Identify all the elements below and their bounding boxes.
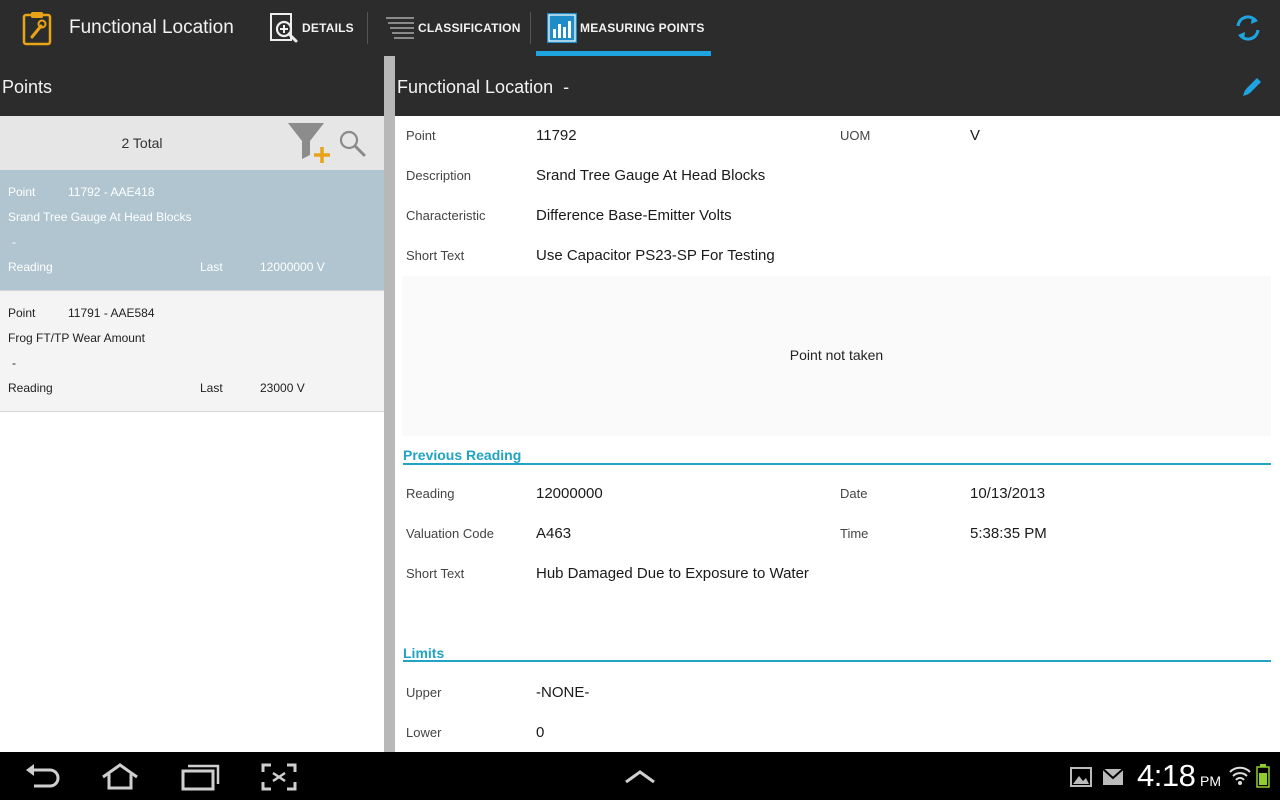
bar-chart-icon <box>547 13 577 43</box>
section-divider <box>403 660 1271 662</box>
add-filter-icon[interactable] <box>286 121 332 165</box>
wifi-icon <box>1229 766 1251 785</box>
previous-short-text-label: Short Text <box>406 566 465 581</box>
date-field-value: 10/13/2013 <box>970 485 1046 502</box>
point-dash: - <box>12 235 16 249</box>
valuation-code-field-label: Valuation Code <box>406 526 494 541</box>
tab-classification[interactable]: CLASSIFICATION <box>384 0 521 56</box>
home-icon[interactable] <box>100 762 140 792</box>
point-reading-label: Reading <box>8 260 53 274</box>
time-field-value: 5:38:35 PM <box>970 525 1047 542</box>
clipboard-wrench-icon[interactable] <box>22 10 52 46</box>
upper-limit-value: -NONE- <box>536 684 590 701</box>
email-notification-icon[interactable] <box>1102 768 1124 786</box>
app-title: Functional Location <box>69 17 234 38</box>
tab-details[interactable]: DETAILS <box>268 0 354 56</box>
point-dash: - <box>12 356 16 370</box>
characteristic-field-label: Characteristic <box>406 208 486 223</box>
back-icon[interactable] <box>22 762 62 792</box>
details-magnify-icon <box>270 13 298 43</box>
point-list-item[interactable]: Point 11792 - AAE418 Srand Tree Gauge At… <box>0 170 384 291</box>
detail-title: Functional Location - <box>397 77 570 97</box>
description-field-value: Srand Tree Gauge At Head Blocks <box>536 167 766 184</box>
point-description: Srand Tree Gauge At Head Blocks <box>8 210 192 224</box>
edit-pencil-icon[interactable] <box>1240 75 1264 99</box>
valuation-code-field-value: A463 <box>536 525 572 542</box>
date-field-label: Date <box>840 486 868 501</box>
uom-field-value: V <box>970 127 981 144</box>
tab-separator <box>367 12 368 44</box>
point-description: Frog FT/TP Wear Amount <box>8 331 145 345</box>
point-id: 11791 - AAE584 <box>68 306 155 320</box>
point-id: 11792 - AAE418 <box>68 185 155 199</box>
point-last-value: 23000 V <box>260 381 305 395</box>
lower-limit-label: Lower <box>406 725 442 740</box>
tab-separator <box>530 12 531 44</box>
chevron-up-icon[interactable] <box>620 762 660 792</box>
clock-ampm: PM <box>1200 773 1221 789</box>
gallery-notification-icon[interactable] <box>1070 767 1092 787</box>
battery-icon <box>1256 764 1270 788</box>
point-not-taken-notice: Point not taken <box>789 347 884 363</box>
refresh-icon[interactable] <box>1233 13 1263 43</box>
previous-short-text-value: Hub Damaged Due to Exposure to Water <box>536 565 809 582</box>
previous-reading-section-title: Previous Reading <box>403 447 522 463</box>
reading-field-value: 12000000 <box>536 485 603 502</box>
time-field-label: Time <box>840 526 869 541</box>
point-list-item[interactable]: Point 11791 - AAE584 Frog FT/TP Wear Amo… <box>0 291 384 412</box>
limits-section-title: Limits <box>403 645 445 661</box>
classification-list-icon <box>386 17 414 39</box>
point-label: Point <box>8 185 36 199</box>
description-field-label: Description <box>406 168 472 183</box>
points-total-count: 2 Total <box>121 135 163 151</box>
search-icon[interactable] <box>338 129 366 157</box>
tab-measuring-points-label: MEASURING POINTS <box>580 21 705 35</box>
reading-field-label: Reading <box>406 486 455 501</box>
short-text-field-label: Short Text <box>406 248 465 263</box>
tab-classification-label: CLASSIFICATION <box>418 21 521 35</box>
points-list-empty-area <box>0 412 384 752</box>
tab-details-label: DETAILS <box>302 21 354 35</box>
panel-divider[interactable] <box>384 56 395 752</box>
point-field-value: 11792 <box>536 127 577 144</box>
clock-time[interactable]: 4:18 <box>1137 758 1196 794</box>
point-last-value: 12000000 V <box>260 260 325 274</box>
point-field-label: Point <box>406 128 436 143</box>
screenshot-icon[interactable] <box>259 762 299 792</box>
points-header <box>0 56 384 116</box>
lower-limit-value: 0 <box>536 724 545 741</box>
point-last-label: Last <box>200 260 223 274</box>
upper-limit-label: Upper <box>406 685 442 700</box>
section-divider <box>403 463 1271 465</box>
uom-field-label: UOM <box>840 128 871 143</box>
point-reading-label: Reading <box>8 381 53 395</box>
points-title: Points <box>2 77 53 97</box>
recent-apps-icon[interactable] <box>180 762 220 792</box>
tab-measuring-points[interactable]: MEASURING POINTS <box>546 0 705 56</box>
point-last-label: Last <box>200 381 223 395</box>
point-label: Point <box>8 306 36 320</box>
characteristic-field-value: Difference Base-Emitter Volts <box>536 207 732 224</box>
short-text-field-value: Use Capacitor PS23-SP For Testing <box>536 247 775 264</box>
